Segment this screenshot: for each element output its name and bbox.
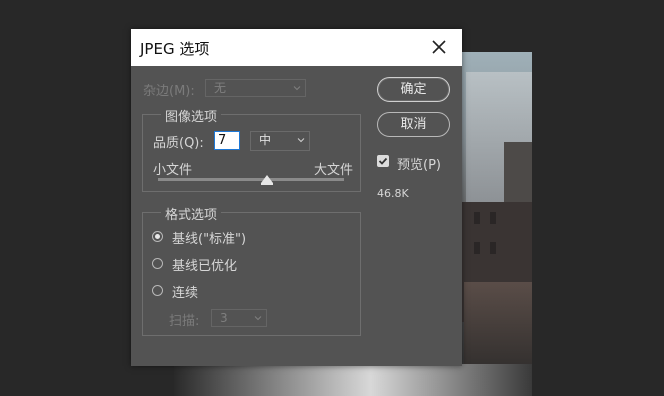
quality-label: 品质(Q): (153, 136, 204, 151)
image-options-legend: 图像选项 (161, 106, 222, 125)
check-icon (378, 157, 388, 165)
photo-foreground (174, 364, 532, 396)
chevron-down-icon (297, 138, 305, 143)
radio-baseline-standard[interactable] (152, 231, 163, 242)
matte-select[interactable]: 无 (205, 79, 306, 97)
preview-checkbox[interactable] (377, 155, 389, 167)
file-size: 46.8K (377, 187, 409, 200)
scans-select[interactable]: 3 (211, 309, 267, 327)
large-file-label: 大文件 (314, 163, 354, 178)
dialog-title: JPEG 选项 (140, 40, 210, 58)
quality-slider-thumb[interactable] (260, 175, 273, 185)
quality-preset-select[interactable]: 中 (250, 131, 310, 151)
small-file-label: 小文件 (153, 163, 193, 178)
radio-baseline-optimized[interactable] (152, 258, 163, 269)
matte-value: 无 (214, 81, 227, 95)
scans-value: 3 (220, 311, 228, 325)
quality-slider-track[interactable] (158, 178, 344, 181)
format-options-legend: 格式选项 (161, 204, 222, 223)
jpeg-options-dialog: JPEG 选项 杂边(M): 无 图像选项 品质(Q): 7 中 小文件 大文件… (131, 29, 462, 366)
ok-button[interactable]: 确定 (377, 77, 450, 102)
quality-input[interactable]: 7 (214, 131, 240, 150)
baseline-standard-label[interactable]: 基线("标准") (172, 228, 246, 247)
matte-label: 杂边(M): (143, 84, 195, 99)
progressive-label[interactable]: 连续 (172, 282, 198, 301)
cancel-button[interactable]: 取消 (377, 112, 450, 137)
dialog-titlebar: JPEG 选项 (131, 29, 462, 66)
quality-preset-value: 中 (259, 133, 272, 147)
baseline-optimized-label[interactable]: 基线已优化 (172, 255, 237, 274)
radio-progressive[interactable] (152, 285, 163, 296)
chevron-down-icon (254, 316, 262, 321)
scans-label: 扫描: (169, 314, 200, 329)
chevron-down-icon (293, 86, 301, 91)
close-icon[interactable] (430, 38, 448, 56)
preview-label[interactable]: 预览(P) (397, 154, 441, 173)
